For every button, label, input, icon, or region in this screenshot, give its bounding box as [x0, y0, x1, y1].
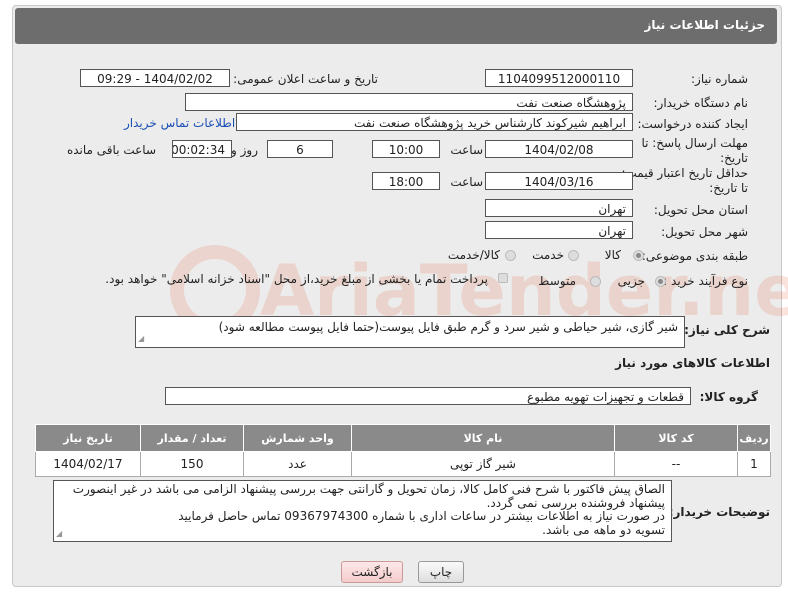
reply-date-field: 1404/02/08 [485, 140, 633, 158]
back-button[interactable]: بازگشت [341, 561, 403, 583]
summary-textarea[interactable]: شیر گازی، شیر حیاطی و شیر سرد و گرم طبق … [135, 316, 685, 348]
category-label: طبقه بندی موضوعی: [641, 249, 748, 263]
col-item-name: نام کالا [351, 424, 615, 452]
table-header-row: ردیف کد کالا نام کالا واحد شمارش تعداد /… [35, 424, 771, 452]
page-title: جزئیات اطلاعات نیاز [644, 18, 765, 32]
category-service-radio[interactable] [568, 250, 579, 261]
days-field: 6 [267, 140, 333, 158]
process-minor-radio[interactable] [655, 276, 666, 287]
category-goods-label: کالا [604, 248, 621, 262]
buyer-contact-link[interactable]: اطلاعات تماس خریدار [124, 116, 235, 130]
province-label: استان محل تحویل: [653, 203, 748, 217]
treasury-payment-checkbox[interactable] [498, 273, 508, 283]
cell-quantity: 150 [140, 451, 244, 477]
payment-note: پرداخت تمام یا بخشی از مبلغ خرید،از محل … [105, 272, 488, 286]
need-number-field: 1104099512000110 [485, 69, 633, 87]
cell-need-date: 1404/02/17 [35, 451, 141, 477]
remaining-time-field: 00:02:34 [172, 140, 232, 158]
province-field: تهران [485, 199, 633, 217]
resize-grip-icon[interactable]: ◢ [56, 527, 62, 541]
price-time-field: 18:00 [372, 172, 440, 190]
process-medium-radio[interactable] [590, 276, 601, 287]
col-row-number: ردیف [737, 424, 771, 452]
city-field: تهران [485, 221, 633, 239]
process-label: نوع فرآیند خرید : [663, 274, 748, 288]
page-header: جزئیات اطلاعات نیاز [15, 8, 777, 44]
remaining-label: ساعت باقی مانده [66, 143, 156, 157]
buyer-org-field: پژوهشگاه صنعت نفت [185, 93, 633, 111]
buyer-org-label: نام دستگاه خریدار: [653, 96, 749, 110]
col-need-date: تاریخ نیاز [35, 424, 141, 452]
days-label: روز و [231, 143, 258, 157]
buyer-notes-textarea[interactable]: الصاق پیش فاکتور با شرح فنی کامل کالا، ز… [53, 480, 672, 542]
col-unit: واحد شمارش [243, 424, 352, 452]
city-label: شهر محل تحویل: [661, 225, 748, 239]
col-quantity: تعداد / مقدار [140, 424, 244, 452]
category-both-radio[interactable] [505, 250, 516, 261]
price-time-label: ساعت [450, 175, 483, 189]
notes-line: تسویه دو ماهه می باشد. [542, 522, 665, 537]
category-goods-radio[interactable] [633, 250, 644, 261]
resize-grip-icon[interactable]: ◢ [138, 331, 144, 346]
summary-label: شرح کلی نیاز: [684, 323, 770, 337]
col-item-code: کد کالا [614, 424, 738, 452]
buyer-notes-label: توضیحات خریدار: [668, 505, 770, 519]
reply-time-field: 10:00 [372, 140, 440, 158]
goods-group-label: گروه کالا: [699, 390, 758, 404]
process-medium-label: متوسط [538, 274, 576, 288]
creator-field: ابراهیم شیرکوند کارشناس خرید پژوهشگاه صن… [236, 113, 633, 131]
notes-line: الصاق پیش فاکتور با شرح فنی کامل کالا، ز… [72, 482, 665, 496]
print-button[interactable]: چاپ [418, 561, 464, 583]
category-both-label: کالا/خدمت [447, 248, 500, 262]
announce-label: تاریخ و ساعت اعلان عمومی: [233, 72, 378, 86]
goods-info-title: اطلاعات کالاهای مورد نیاز [615, 356, 770, 370]
cell-row-number: 1 [737, 451, 771, 477]
price-validity-label: حداقل تاریخ اعتبار قیمت: تا تاریخ: [621, 166, 748, 195]
table-row[interactable]: 1 -- شیر گاز توپی عدد 150 1404/02/17 [35, 451, 771, 477]
cell-unit: عدد [243, 451, 352, 477]
cell-item-code: -- [614, 451, 738, 477]
goods-table: ردیف کد کالا نام کالا واحد شمارش تعداد /… [35, 424, 771, 477]
notes-line: پیشنهاد فروشنده بررسی نمی گردد. [486, 495, 665, 510]
category-service-label: خدمت [532, 248, 564, 262]
summary-text: شیر گازی، شیر حیاطی و شیر سرد و گرم طبق … [218, 320, 678, 334]
cell-item-name: شیر گاز توپی [351, 451, 615, 477]
need-number-label: شماره نیاز: [691, 72, 748, 86]
goods-group-field: قطعات و تجهیزات تهویه مطبوع [165, 387, 691, 405]
reply-deadline-label: مهلت ارسال پاسخ: تا تاریخ: [641, 136, 748, 165]
notes-line: در صورت نیاز به اطلاعات بیشتر در ساعات ا… [178, 509, 665, 523]
reply-time-label: ساعت [450, 143, 483, 157]
process-minor-label: جزیی [617, 274, 645, 288]
creator-label: ایجاد کننده درخواست: [637, 117, 748, 131]
announce-field: 1404/02/02 - 09:29 [80, 69, 230, 87]
price-date-field: 1404/03/16 [485, 172, 633, 190]
